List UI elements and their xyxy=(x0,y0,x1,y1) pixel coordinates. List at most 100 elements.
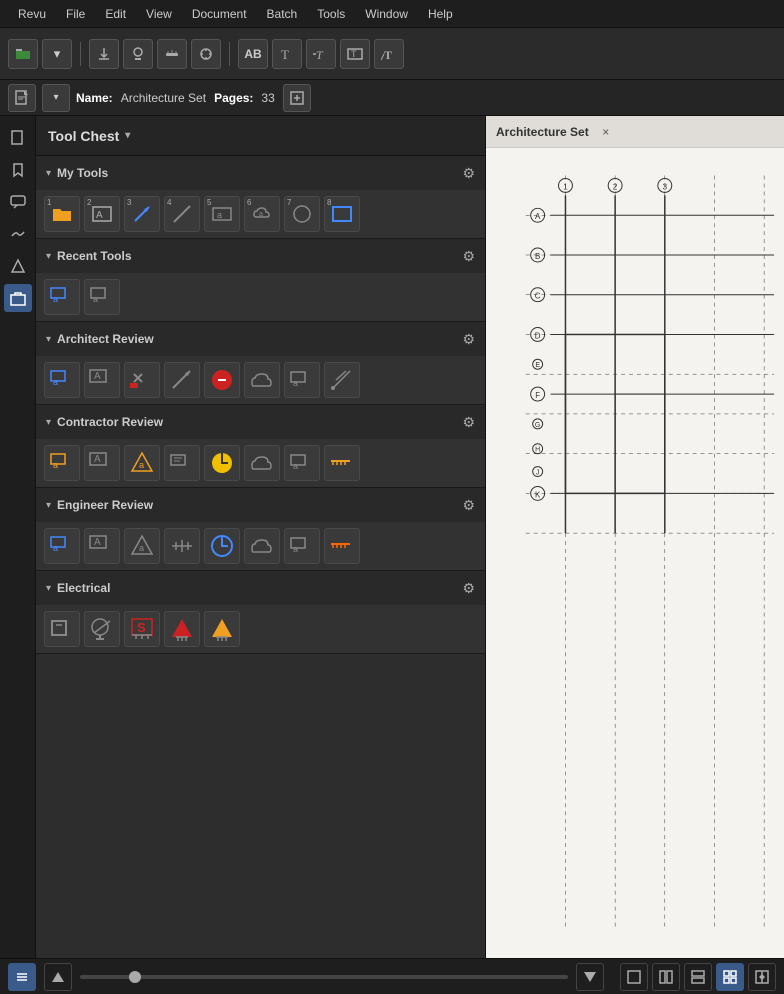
layout-grid-button[interactable] xyxy=(716,963,744,991)
section-contractor-review-header[interactable]: ▾ Contractor Review ⚙ xyxy=(36,405,485,439)
slider-track[interactable] xyxy=(80,975,568,979)
arch-tool-7[interactable]: a xyxy=(284,362,320,398)
my-tool-8[interactable]: 8 xyxy=(324,196,360,232)
cloud-text-button[interactable]: T xyxy=(374,39,404,69)
statusbar-triangle-right-button[interactable] xyxy=(576,963,604,991)
slider-thumb[interactable] xyxy=(129,971,141,983)
eng-tool-2[interactable]: A xyxy=(84,528,120,564)
section-my-tools-gear[interactable]: ⚙ xyxy=(462,165,475,182)
section-engineer-review-header[interactable]: ▾ Engineer Review ⚙ xyxy=(36,488,485,522)
layout-single-button[interactable] xyxy=(620,963,648,991)
arch-close-button[interactable]: × xyxy=(597,123,615,141)
my-tool-4[interactable]: 4 xyxy=(164,196,200,232)
eng-tool-1[interactable]: a xyxy=(44,528,80,564)
section-my-tools-title: My Tools xyxy=(57,166,462,180)
open-dropdown[interactable]: ▾ xyxy=(42,39,72,69)
new-doc-button[interactable] xyxy=(8,84,36,112)
open-button[interactable] xyxy=(8,39,38,69)
my-tool-7[interactable]: 7 xyxy=(284,196,320,232)
tool-chest-title-button[interactable]: Tool Chest ▾ xyxy=(48,128,130,144)
menubar: Revu File Edit View Document Batch Tools… xyxy=(0,0,784,28)
svg-text:a: a xyxy=(53,460,58,470)
contr-tool-5[interactable] xyxy=(204,445,240,481)
contr-tool-7[interactable]: a xyxy=(284,445,320,481)
section-electrical-header[interactable]: ▾ Electrical ⚙ xyxy=(36,571,485,605)
sidebar-icon-toolchest[interactable] xyxy=(4,284,32,312)
sidebar-icon-bookmarks[interactable] xyxy=(4,156,32,184)
section-architect-review-gear[interactable]: ⚙ xyxy=(462,331,475,348)
layout-buttons xyxy=(620,963,776,991)
menu-revu[interactable]: Revu xyxy=(8,3,56,25)
section-recent-tools-gear[interactable]: ⚙ xyxy=(462,248,475,265)
statusbar-triangle-button[interactable] xyxy=(44,963,72,991)
elec-tool-4[interactable] xyxy=(164,611,200,647)
textbox-button[interactable]: T xyxy=(340,39,370,69)
section-architect-review-header[interactable]: ▾ Architect Review ⚙ xyxy=(36,322,485,356)
menu-batch[interactable]: Batch xyxy=(257,3,308,25)
layout-two-col-button[interactable] xyxy=(652,963,680,991)
eng-tool-4[interactable] xyxy=(164,528,200,564)
eng-tool-5[interactable] xyxy=(204,528,240,564)
doc-dropdown-button[interactable]: ▾ xyxy=(42,84,70,112)
svg-text:D: D xyxy=(535,331,541,340)
eng-tool-8[interactable] xyxy=(324,528,360,564)
section-recent-tools-header[interactable]: ▾ Recent Tools ⚙ xyxy=(36,239,485,273)
eng-tool-6[interactable] xyxy=(244,528,280,564)
eng-tool-3[interactable]: a xyxy=(124,528,160,564)
elec-tool-3[interactable]: S xyxy=(124,611,160,647)
sidebar-icon-measurements[interactable] xyxy=(4,252,32,280)
contr-tool-3[interactable]: a xyxy=(124,445,160,481)
typewriter-button[interactable]: T xyxy=(272,39,302,69)
section-engineer-review-gear[interactable]: ⚙ xyxy=(462,497,475,514)
arch-tool-2[interactable]: A xyxy=(84,362,120,398)
menu-file[interactable]: File xyxy=(56,3,95,25)
section-electrical-gear[interactable]: ⚙ xyxy=(462,580,475,597)
my-tool-3[interactable]: 3 xyxy=(124,196,160,232)
measure-button[interactable] xyxy=(157,39,187,69)
menu-tools[interactable]: Tools xyxy=(307,3,355,25)
svg-text:a: a xyxy=(53,377,58,387)
arch-tool-3[interactable] xyxy=(124,362,160,398)
svg-text:a: a xyxy=(293,461,298,471)
eng-tool-7[interactable]: a xyxy=(284,528,320,564)
section-contractor-review-gear[interactable]: ⚙ xyxy=(462,414,475,431)
arch-tool-5[interactable] xyxy=(204,362,240,398)
attach-button[interactable] xyxy=(89,39,119,69)
arch-tool-4[interactable] xyxy=(164,362,200,398)
contr-tool-1[interactable]: a xyxy=(44,445,80,481)
arch-tool-8[interactable] xyxy=(324,362,360,398)
arch-tool-6[interactable] xyxy=(244,362,280,398)
stamp-button[interactable] xyxy=(123,39,153,69)
contr-tool-4[interactable] xyxy=(164,445,200,481)
contr-tool-8[interactable] xyxy=(324,445,360,481)
calibrate-button[interactable] xyxy=(191,39,221,69)
my-tool-2[interactable]: 2 A xyxy=(84,196,120,232)
recent-tool-2[interactable]: a xyxy=(84,279,120,315)
elec-tool-1[interactable] xyxy=(44,611,80,647)
contr-tool-6[interactable] xyxy=(244,445,280,481)
menu-help[interactable]: Help xyxy=(418,3,463,25)
layout-two-row-button[interactable] xyxy=(684,963,712,991)
section-my-tools-header[interactable]: ▾ My Tools ⚙ xyxy=(36,156,485,190)
menu-document[interactable]: Document xyxy=(182,3,257,25)
menu-edit[interactable]: Edit xyxy=(95,3,136,25)
doc-open-button[interactable] xyxy=(283,84,311,112)
sidebar-icon-pages[interactable] xyxy=(4,124,32,152)
layout-compare-button[interactable] xyxy=(748,963,776,991)
my-tool-6[interactable]: 6 a xyxy=(244,196,280,232)
elec-tool-5[interactable] xyxy=(204,611,240,647)
elec-tool-2[interactable] xyxy=(84,611,120,647)
my-tool-1[interactable]: 1 xyxy=(44,196,80,232)
sidebar-icon-comments[interactable] xyxy=(4,188,32,216)
callout-button[interactable]: T xyxy=(306,39,336,69)
recent-tool-1[interactable]: a xyxy=(44,279,80,315)
contr-tool-2[interactable]: A xyxy=(84,445,120,481)
svg-text:K: K xyxy=(535,490,541,499)
text-format-button[interactable]: AB xyxy=(238,39,268,69)
menu-view[interactable]: View xyxy=(136,3,182,25)
sidebar-icon-signatures[interactable] xyxy=(4,220,32,248)
menu-window[interactable]: Window xyxy=(355,3,418,25)
my-tool-5[interactable]: 5 a xyxy=(204,196,240,232)
arch-tool-1[interactable]: a xyxy=(44,362,80,398)
statusbar-menu-button[interactable] xyxy=(8,963,36,991)
